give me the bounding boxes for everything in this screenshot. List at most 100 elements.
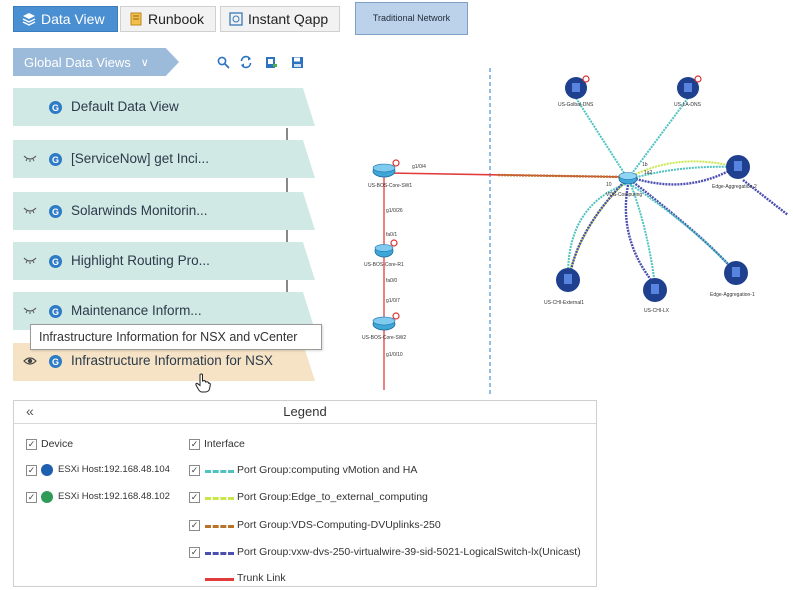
- global-badge-icon: G: [49, 153, 62, 166]
- data-view-label: Maintenance Inform...: [71, 303, 202, 318]
- device-header: Device: [41, 438, 74, 450]
- tab-data-view[interactable]: Data View: [13, 6, 118, 32]
- eye-closed-icon[interactable]: [23, 255, 37, 265]
- tab-label: Instant Qapp: [248, 11, 329, 27]
- node-label: US-BOS-Core-SW2: [362, 335, 406, 341]
- node-label: Edge-Aggregation-1: [710, 292, 755, 298]
- tab-label: Runbook: [148, 11, 205, 27]
- data-view-item-solarwinds[interactable]: G Solarwinds Monitorin...: [13, 192, 315, 230]
- esxi-host-icon: [41, 464, 53, 476]
- node-label: US-BOS-Core-R1: [364, 262, 404, 268]
- interface-item-checkbox[interactable]: ✓: [189, 465, 200, 476]
- device-label: ESXi Host:192.168.48.102: [58, 491, 170, 502]
- port-group-link: [629, 183, 737, 274]
- node-label: US-Golbal-DNS: [558, 102, 594, 108]
- interface-label: 10: [606, 182, 612, 188]
- interface-label: g1/0/26: [386, 208, 403, 214]
- device-label: ESXi Host:192.168.48.104: [58, 464, 170, 475]
- traditional-network-button[interactable]: Traditional Network: [355, 2, 468, 35]
- tab-label: Data View: [41, 11, 105, 27]
- eye-open-icon[interactable]: [23, 356, 37, 366]
- export-icon[interactable]: [264, 55, 278, 69]
- refresh-icon[interactable]: [239, 55, 253, 69]
- global-badge-icon: G: [49, 101, 62, 114]
- interface-item-checkbox[interactable]: ✓: [189, 547, 200, 558]
- switch-node-sw1[interactable]: US-BOS-Core-SW1: [368, 159, 412, 189]
- interface-label: g1/0/4: [412, 164, 426, 170]
- data-view-label: Default Data View: [71, 99, 179, 114]
- data-view-item-servicenow[interactable]: G [ServiceNow] get Inci...: [13, 140, 315, 178]
- search-icon[interactable]: [216, 55, 230, 69]
- data-view-label: [ServiceNow] get Inci...: [71, 151, 210, 166]
- vm-node-edge-agg-1[interactable]: Edge-Aggregation-1: [710, 261, 755, 298]
- node-label: US-CHI-LX: [644, 308, 670, 314]
- interface-label: 1b: [642, 162, 648, 168]
- interface-checkbox[interactable]: ✓: [189, 439, 200, 450]
- vm-node-edge-agg-2[interactable]: Edge-Aggregation-2: [712, 155, 757, 190]
- node-label: VDS-Computing: [606, 192, 642, 198]
- data-view-label: Solarwinds Monitorin...: [71, 203, 208, 218]
- tab-instant-qapp[interactable]: Instant Qapp: [220, 6, 340, 32]
- interface-label: Port Group:vxw-dvs-250-virtualwire-39-si…: [237, 546, 581, 558]
- interface-header: Interface: [204, 438, 245, 450]
- node-label: US-BOS-Core-SW1: [368, 183, 412, 189]
- interface-label: Trunk Link: [237, 572, 286, 584]
- global-badge-icon: G: [49, 355, 62, 368]
- uplink-link: [497, 173, 627, 179]
- legend-line: [205, 525, 234, 528]
- trunk-link: [387, 172, 627, 178]
- interface-label: fa0/0: [386, 278, 397, 284]
- device-item-checkbox[interactable]: ✓: [26, 492, 37, 503]
- vm-node-chi-external[interactable]: US-CHI-External1: [544, 268, 584, 306]
- global-badge-icon: G: [49, 255, 62, 268]
- global-data-views-label: Global Data Views: [24, 54, 131, 70]
- data-view-tooltip: Infrastructure Information for NSX and v…: [30, 324, 322, 350]
- legend-line: [205, 497, 234, 500]
- interface-label: Port Group:Edge_to_external_computing: [237, 491, 428, 503]
- port-group-link: [624, 184, 656, 286]
- data-view-label: Infrastructure Information for NSX: [71, 353, 273, 368]
- eye-closed-icon[interactable]: [23, 205, 37, 215]
- hand-cursor-icon: [195, 373, 211, 393]
- global-badge-icon: G: [49, 305, 62, 318]
- global-data-views-dropdown[interactable]: Global Data Views ∨: [13, 48, 179, 76]
- global-badge-icon: G: [49, 205, 62, 218]
- interface-label: Port Group:computing vMotion and HA: [237, 464, 418, 476]
- legend-header: « Legend: [14, 401, 596, 424]
- interface-label: g1/0/10: [386, 352, 403, 358]
- interface-label: fa0/1: [386, 232, 397, 238]
- vm-node-chi-lx[interactable]: US-CHI-LX: [643, 278, 670, 314]
- interface-item-checkbox[interactable]: ✓: [189, 492, 200, 503]
- eye-closed-icon[interactable]: [23, 153, 37, 163]
- legend-title: Legend: [283, 404, 327, 419]
- qapp-icon: [229, 12, 243, 26]
- data-view-item-highlight-routing[interactable]: G Highlight Routing Pro...: [13, 242, 315, 280]
- node-label: US-CHI-External1: [544, 300, 584, 306]
- traditional-network-label: Traditional Network: [372, 13, 451, 23]
- port-group-link: [629, 97, 689, 177]
- eye-closed-icon[interactable]: [23, 305, 37, 315]
- data-view-label: Highlight Routing Pro...: [71, 253, 210, 268]
- save-icon[interactable]: [290, 55, 304, 69]
- interface-item-checkbox[interactable]: ✓: [189, 520, 200, 531]
- layers-icon: [22, 12, 36, 26]
- data-view-item-default[interactable]: G Default Data View: [13, 88, 315, 126]
- switch-node-sw2[interactable]: US-BOS-Core-SW2: [362, 312, 406, 341]
- runbook-icon: [129, 12, 143, 26]
- tooltip-text: Infrastructure Information for NSX and v…: [39, 330, 298, 344]
- port-group-link: [575, 97, 627, 177]
- legend-line: [205, 470, 234, 473]
- legend-line: [205, 578, 234, 581]
- topology-map[interactable]: US-BOS-Core-SW1 US-BOS-Core-R1 US-BOS-Co…: [348, 40, 793, 398]
- chevron-down-icon: ∨: [140, 56, 149, 69]
- device-item-checkbox[interactable]: ✓: [26, 465, 37, 476]
- vm-node-la-dns[interactable]: US-LA-DNS: [674, 75, 702, 108]
- interface-label: Port Group:VDS-Computing-DVUplinks-250: [237, 519, 441, 531]
- tab-runbook[interactable]: Runbook: [120, 6, 216, 32]
- node-label: US-LA-DNS: [674, 102, 702, 108]
- interface-label: 1a2: [644, 170, 653, 176]
- node-label: Edge-Aggregation-2: [712, 184, 757, 190]
- vm-node-global-dns[interactable]: US-Golbal-DNS: [558, 75, 594, 108]
- legend-line: [205, 552, 234, 555]
- device-checkbox[interactable]: ✓: [26, 439, 37, 450]
